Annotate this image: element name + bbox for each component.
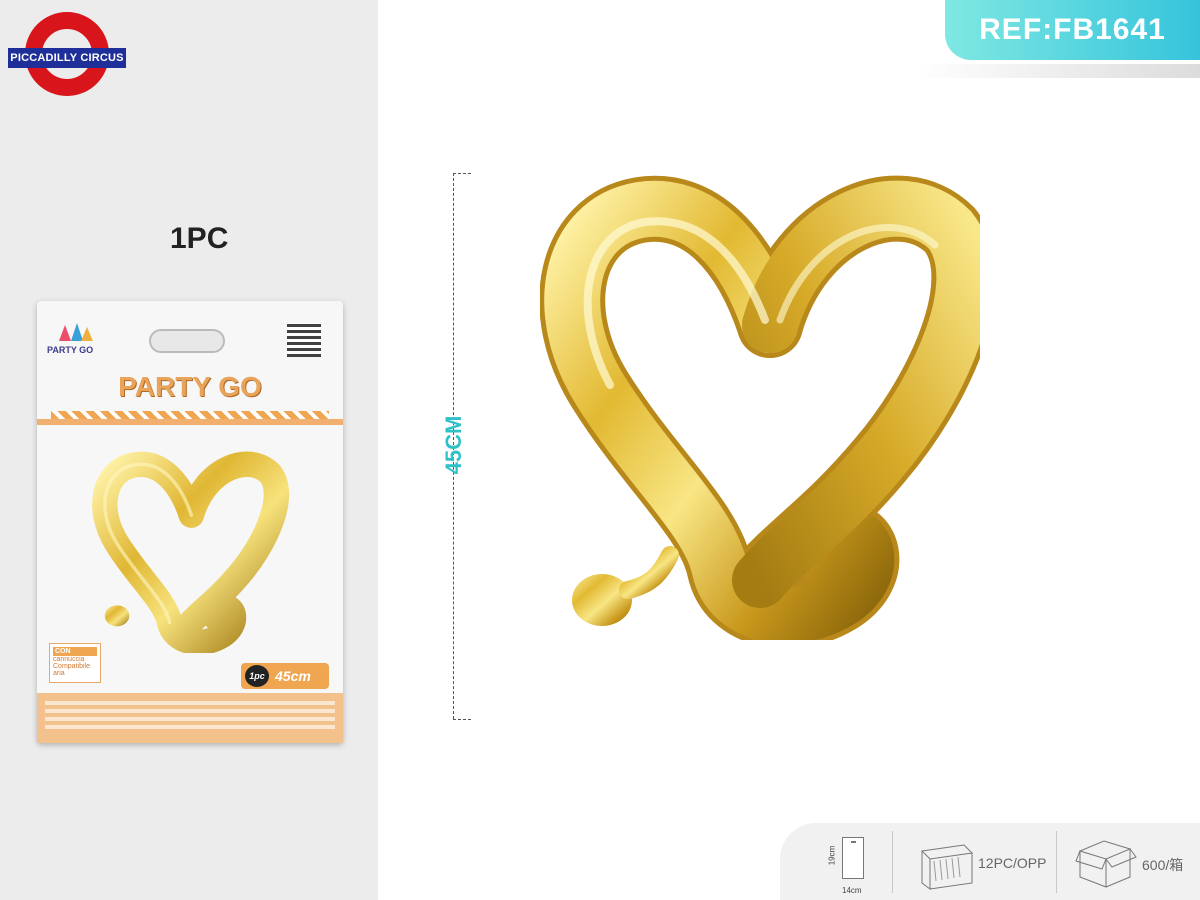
reference-shadow <box>915 64 1200 78</box>
size-tag-pc: 1pc <box>245 665 269 687</box>
store-logo: PICCADILLY CIRCUS <box>8 12 126 102</box>
straw-tag-line4: aria <box>53 670 65 677</box>
package-fine-print <box>45 701 335 737</box>
left-panel: PICCADILLY CIRCUS 1PC PARTY GO PARTY GO <box>0 0 378 900</box>
pack-count: 12PC/OPP <box>978 855 1047 871</box>
carton-count: 600/箱 <box>1142 857 1184 873</box>
straw-tag: CON cannuccia Compatibile aria <box>49 643 101 683</box>
bag-height: 19cm <box>827 845 837 866</box>
package-footer <box>37 693 343 743</box>
divider <box>892 831 893 893</box>
package-heart-balloon <box>92 451 290 653</box>
size-tag-value: 45cm <box>275 668 311 684</box>
package-image: PARTY GO PARTY GO CON cannuccia Compatib… <box>37 301 343 743</box>
decor-stripe <box>51 411 329 419</box>
dimension-tick-bottom <box>453 719 471 720</box>
packing-info-bar: 19cm 14cm 12PC/OPP 600/箱 <box>780 823 1200 900</box>
display-box-icon <box>920 844 974 890</box>
quantity-label: 1PC <box>170 222 229 255</box>
dimension-tick-top <box>453 173 471 174</box>
hang-hole <box>149 329 225 353</box>
qr-code-icon <box>287 323 321 357</box>
brand-title: PARTY GO <box>118 371 262 402</box>
dimension-label: 45CM <box>441 415 466 475</box>
pack-cell: 12PC/OPP <box>894 823 1054 900</box>
straw-tag-line2: cannuccia <box>53 656 85 663</box>
party-hat-icon <box>59 323 93 341</box>
carton-cell: 600/箱 <box>1058 823 1200 900</box>
bag-size-cell: 19cm 14cm <box>780 823 890 900</box>
divider <box>1056 831 1057 893</box>
bag-width: 14cm <box>842 886 862 895</box>
decor-band <box>37 419 343 425</box>
reference-badge: REF:FB1641 <box>945 0 1200 60</box>
bag-icon <box>842 837 864 879</box>
size-tag: 1pc 45cm <box>241 663 329 689</box>
heart-balloon-image <box>540 175 980 640</box>
logo-text: PICCADILLY CIRCUS <box>8 48 126 68</box>
straw-tag-title: CON <box>53 647 97 656</box>
carton-box-icon <box>1075 840 1137 888</box>
straw-tag-line3: Compatibile <box>53 663 90 670</box>
brand-small: PARTY GO <box>47 345 94 355</box>
